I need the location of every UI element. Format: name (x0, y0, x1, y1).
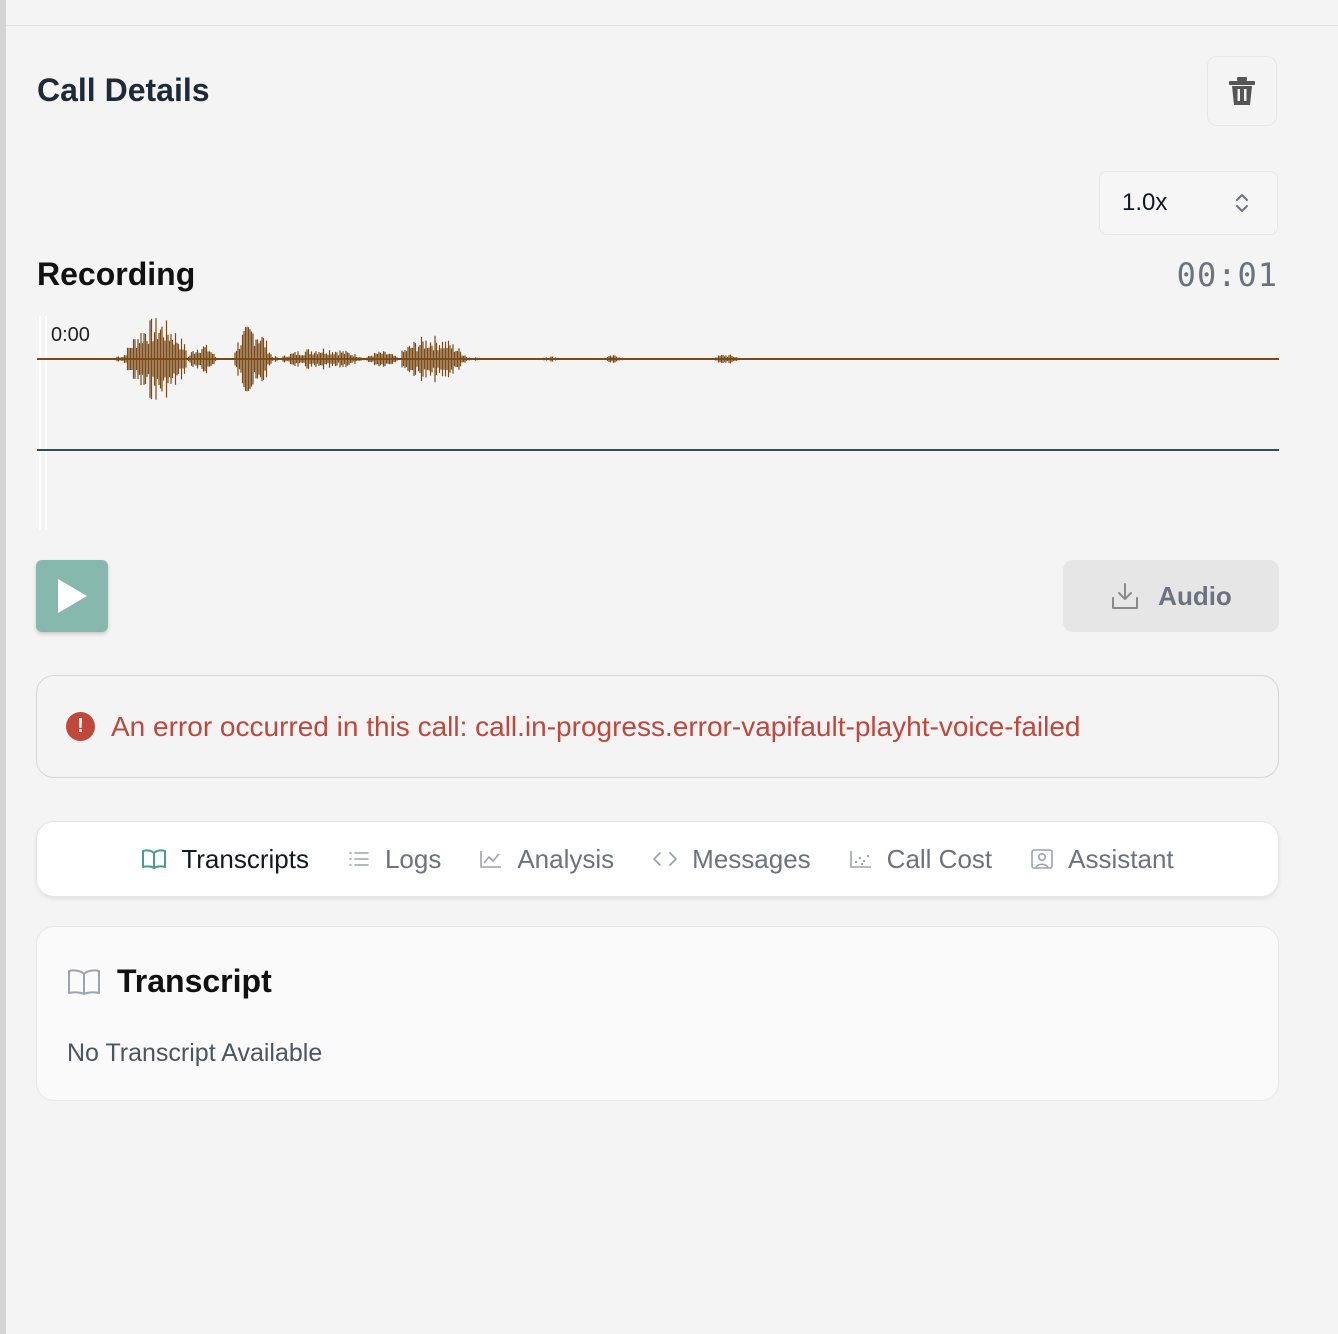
delete-button[interactable] (1207, 56, 1277, 126)
book-open-icon (142, 849, 167, 869)
download-audio-button[interactable]: Audio (1063, 560, 1279, 632)
download-icon (1112, 583, 1139, 609)
error-message: An error occurred in this call: call.in-… (111, 710, 1081, 742)
code-icon (653, 852, 678, 866)
scatter-chart-icon (849, 851, 871, 868)
tab-label: Logs (384, 843, 442, 874)
tab-logs[interactable]: Logs (347, 844, 441, 875)
book-open-icon (68, 968, 100, 995)
page-title: Call Details (37, 72, 210, 108)
playback-speed-value: 1.0x (1122, 189, 1168, 216)
tab-transcripts[interactable]: Transcripts (141, 844, 309, 875)
tab-label: Analysis (517, 843, 615, 874)
audio-waveform[interactable]: 0:00 (37, 316, 1279, 530)
tab-label: Assistant (1068, 843, 1174, 874)
playback-speed-select[interactable]: 1.0x (1099, 171, 1278, 235)
detail-tabs: Transcripts Logs Analysis Messages Call … (36, 821, 1279, 897)
transcript-title: Transcript (117, 963, 272, 999)
user-square-icon (1031, 849, 1053, 869)
transcript-empty-text: No Transcript Available (67, 1039, 323, 1067)
header-divider (6, 25, 1338, 26)
play-icon (58, 579, 87, 613)
tab-call-cost[interactable]: Call Cost (849, 844, 992, 875)
error-banner: ! An error occurred in this call: call.i… (36, 675, 1279, 778)
tab-analysis[interactable]: Analysis (479, 844, 614, 875)
play-button[interactable] (36, 560, 108, 632)
chevron-up-down-icon (1236, 194, 1248, 212)
alert-circle-icon: ! (66, 712, 95, 741)
line-chart-icon (480, 851, 502, 868)
tab-label: Messages (692, 843, 811, 874)
download-audio-label: Audio (1158, 580, 1232, 611)
tab-label: Call Cost (886, 843, 993, 874)
recording-title: Recording (37, 256, 196, 292)
trash-icon (1229, 77, 1255, 105)
left-border (0, 0, 6, 1334)
tab-label: Transcripts (181, 843, 309, 874)
tab-messages[interactable]: Messages (652, 844, 811, 875)
list-icon (349, 852, 369, 866)
waveform-start-label: 0:00 (51, 324, 90, 346)
tab-assistant[interactable]: Assistant (1030, 844, 1174, 875)
transcript-panel: Transcript No Transcript Available (36, 926, 1279, 1101)
elapsed-time: 00:01 (1176, 256, 1278, 294)
